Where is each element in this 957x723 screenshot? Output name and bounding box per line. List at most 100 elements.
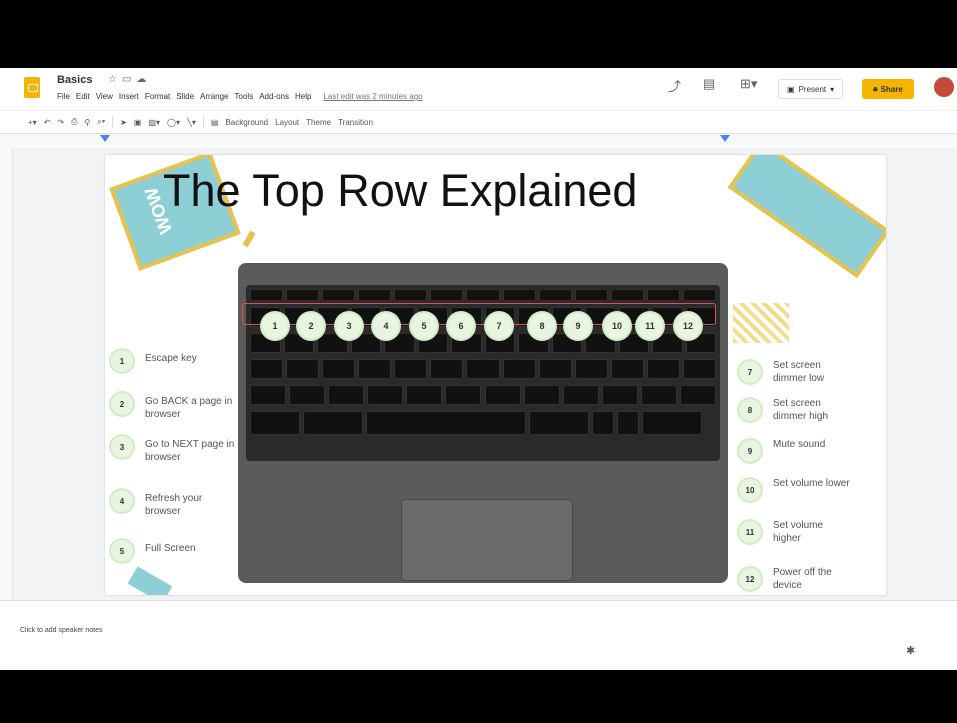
keyboard-key <box>502 289 536 301</box>
keyboard-key <box>394 359 428 379</box>
new-slide-icon[interactable]: +▾ <box>28 118 37 127</box>
select-icon[interactable]: ➤ <box>120 118 127 127</box>
menu-view[interactable]: View <box>96 92 113 101</box>
left-item-label[interactable]: Go to NEXT page in browser <box>145 438 237 464</box>
speaker-notes-panel[interactable]: Click to add speaker notes ✱ <box>0 600 957 670</box>
left-item-label[interactable]: Full Screen <box>145 542 237 555</box>
menu-addons[interactable]: Add-ons <box>259 92 289 101</box>
keyboard-key <box>466 359 500 379</box>
keyboard-key <box>529 411 589 435</box>
shape-icon[interactable]: ◯▾ <box>167 118 180 127</box>
keyboard-key <box>303 411 363 435</box>
menu-format[interactable]: Format <box>145 92 170 101</box>
present-button[interactable]: ▣ Present ▾ <box>778 79 844 99</box>
menu-help[interactable]: Help <box>295 92 311 101</box>
menu-tools[interactable]: Tools <box>235 92 254 101</box>
theme-button[interactable]: Theme <box>306 118 331 127</box>
slide-title[interactable]: The Top Row Explained <box>163 165 637 217</box>
doc-title[interactable]: Basics <box>57 74 92 86</box>
keyboard-key <box>322 289 356 301</box>
menu-insert[interactable]: Insert <box>119 92 139 101</box>
chevron-down-icon[interactable]: ▾ <box>830 85 834 94</box>
zoom-icon[interactable]: ⌕▾ <box>97 117 105 127</box>
ruler-indent-handle[interactable] <box>720 135 730 142</box>
keyboard-key <box>601 385 638 405</box>
keyboard-key <box>538 289 572 301</box>
keyboard-key <box>445 385 482 405</box>
keyboard-key <box>358 359 392 379</box>
menu-file[interactable]: File <box>57 92 70 101</box>
top-row-number-badge: 9 <box>565 313 591 339</box>
explore-icon[interactable]: ✱ <box>906 644 922 660</box>
share-button[interactable]: 🔒︎ Share <box>862 79 914 99</box>
menu-edit[interactable]: Edit <box>76 92 90 101</box>
top-row-number-badge: 12 <box>675 313 701 339</box>
horizontal-ruler[interactable] <box>0 134 957 149</box>
comments-icon[interactable]: ▤ <box>703 76 715 92</box>
keyboard-key <box>502 359 536 379</box>
top-row-number-badge: 5 <box>411 313 437 339</box>
add-slide-icon[interactable]: ⊞▾ <box>740 76 757 92</box>
comment-icon[interactable]: ▤ <box>211 118 219 127</box>
right-item-number: 8 <box>739 399 761 421</box>
top-row-number-badge: 4 <box>373 313 399 339</box>
keyboard-key <box>394 289 428 301</box>
print-icon[interactable]: ⎙ <box>71 117 77 127</box>
sticker-image <box>127 566 173 595</box>
right-item-label[interactable]: Set screen dimmer low <box>773 359 853 385</box>
keyboard-key <box>250 385 287 405</box>
ruler-indent-handle[interactable] <box>100 135 110 142</box>
keyboard-key <box>250 289 284 301</box>
speaker-notes-placeholder[interactable]: Click to add speaker notes <box>20 627 103 634</box>
folder-icon[interactable]: ▭ <box>122 74 136 85</box>
keyboard-key <box>367 385 404 405</box>
textbox-icon[interactable]: ▣ <box>134 118 142 127</box>
lock-icon: 🔒︎ <box>873 84 878 93</box>
undo-icon[interactable]: ↶ <box>44 118 51 127</box>
keyboard-key <box>574 359 608 379</box>
keyboard-key <box>286 289 320 301</box>
header-bar: Basics ☆▭☁ File Edit View Insert Format … <box>0 68 957 110</box>
vertical-ruler[interactable] <box>0 148 13 600</box>
keyboard-illustration <box>733 303 789 343</box>
right-item-number: 11 <box>739 521 761 543</box>
top-row-number-badge: 3 <box>336 313 362 339</box>
cloud-icon[interactable]: ☁ <box>136 74 151 85</box>
keyboard-key <box>538 359 572 379</box>
avatar[interactable] <box>934 77 954 97</box>
last-edit-link[interactable]: Last edit was 2 minutes ago <box>323 92 422 101</box>
right-item-label[interactable]: Set volume lower <box>773 477 853 490</box>
chromebook-keyboard-image <box>238 263 728 583</box>
keyboard-key <box>430 359 464 379</box>
keyboard-key <box>646 289 680 301</box>
right-item-label[interactable]: Power off the device <box>773 566 853 592</box>
right-item-label[interactable]: Set screen dimmer high <box>773 397 853 423</box>
keyboard-key <box>574 289 608 301</box>
left-item-label[interactable]: Refresh your browser <box>145 492 237 518</box>
keyboard-key <box>523 385 560 405</box>
background-button[interactable]: Background <box>225 118 268 127</box>
star-icon[interactable]: ☆ <box>108 74 122 85</box>
right-item-label[interactable]: Mute sound <box>773 438 853 451</box>
activity-chart-icon[interactable]: ⤴ <box>668 76 681 95</box>
redo-icon[interactable]: ↷ <box>57 118 64 127</box>
paint-format-icon[interactable]: ⚲ <box>85 118 91 127</box>
menu-arrange[interactable]: Arrange <box>200 92 228 101</box>
line-icon[interactable]: ╲▾ <box>187 118 196 127</box>
menu-slide[interactable]: Slide <box>176 92 194 101</box>
keyboard-key <box>286 359 320 379</box>
image-icon[interactable]: ▨▾ <box>148 118 160 127</box>
right-item-number: 10 <box>739 479 761 501</box>
keyboard-key <box>610 359 644 379</box>
left-item-label[interactable]: Go BACK a page in browser <box>145 395 237 421</box>
keyboard-key <box>322 359 356 379</box>
transition-button[interactable]: Transition <box>338 118 373 127</box>
slide-canvas[interactable]: WOW The Top Row Explained 1 2 3 4 5 6 7 8 9 10 11 1… <box>105 155 886 595</box>
toolbar-divider <box>112 116 114 128</box>
keyboard-key <box>406 385 443 405</box>
slides-logo-icon[interactable] <box>24 77 40 98</box>
left-item-label[interactable]: Escape key <box>145 352 237 365</box>
right-item-label[interactable]: Set volume higher <box>773 519 853 545</box>
app-window: Basics ☆▭☁ File Edit View Insert Format … <box>0 68 957 670</box>
layout-button[interactable]: Layout <box>275 118 299 127</box>
